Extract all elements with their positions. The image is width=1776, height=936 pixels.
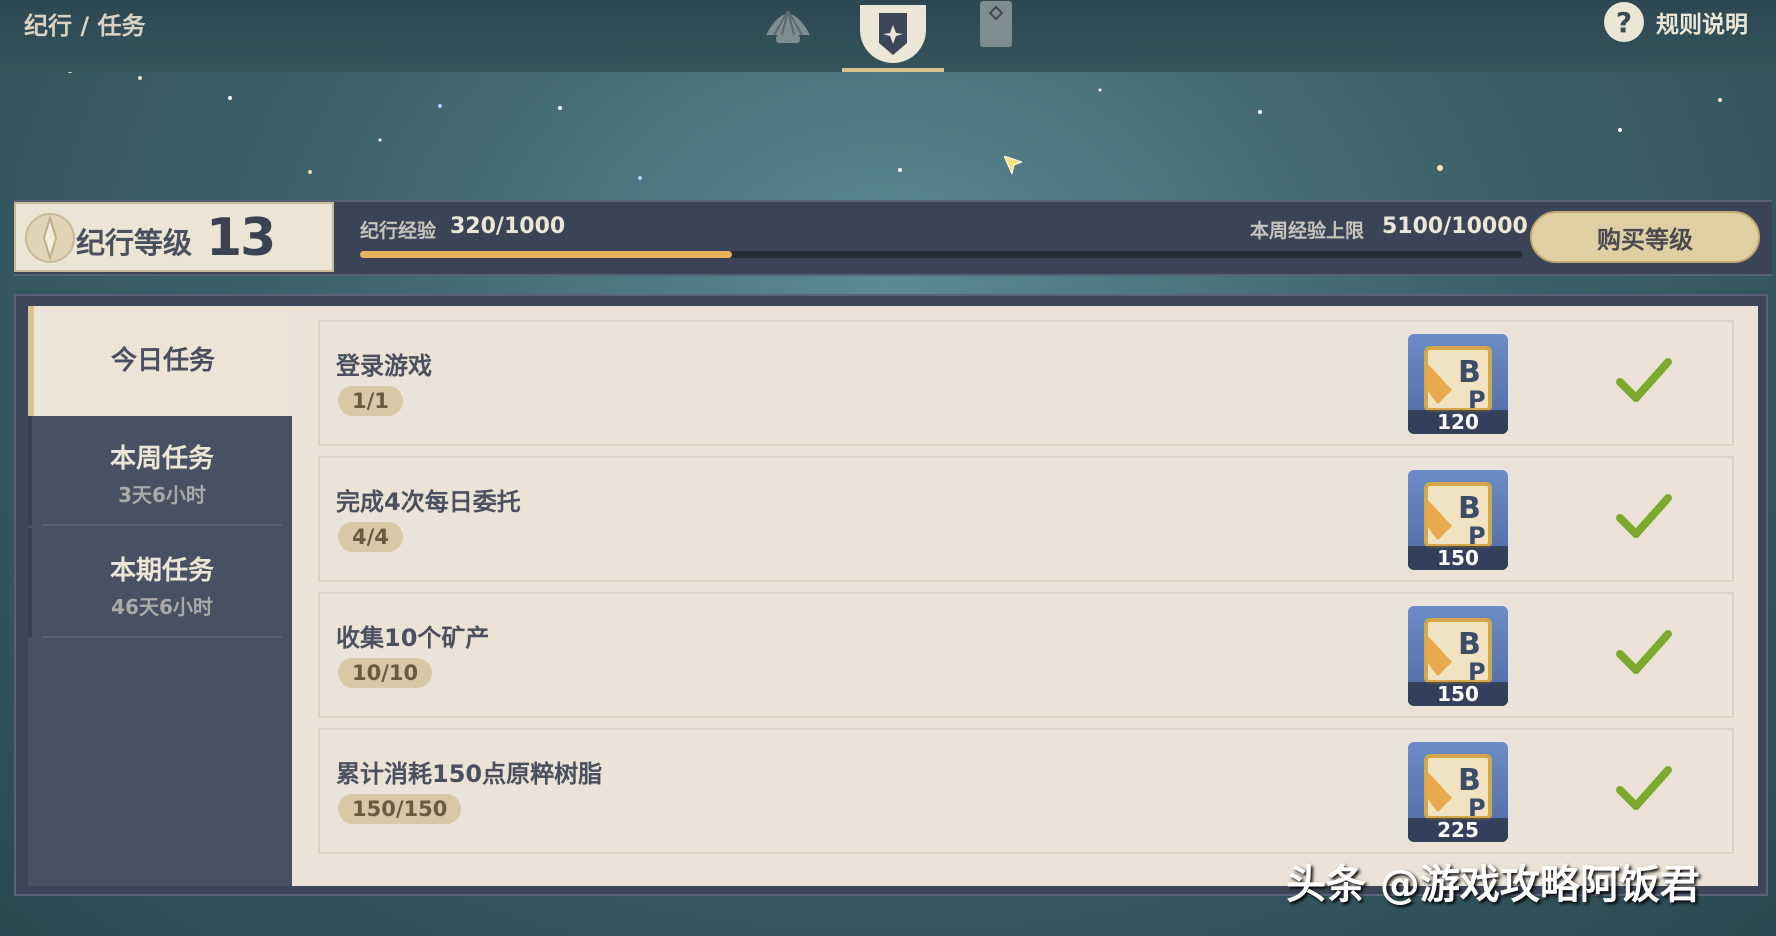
mission-tab-badge (860, 5, 926, 63)
mission-panel: 今日任务 本周任务 3天6小时 本期任务 46天6小时 登录游戏 1/1 B P (14, 294, 1768, 896)
level-bar: 纪行等级 13 纪行经验 320/1000 本周经验上限 5100/10000 … (14, 200, 1772, 276)
rules-label: 规则说明 (1656, 12, 1748, 38)
exp-progress-fill (360, 251, 732, 258)
weekly-cap-value: 5100/10000 (1382, 214, 1528, 239)
top-bar: 纪行 / 任务 ? 规则说明 (0, 0, 1776, 72)
help-icon: ? (1604, 2, 1644, 42)
reward-item[interactable]: B P 150 (1408, 470, 1508, 570)
watermark: 头条 @游戏攻略阿饭君 (1286, 862, 1700, 908)
tab-time-remaining: 3天6小时 (118, 483, 206, 507)
rules-button[interactable]: ? 规则说明 (1604, 2, 1748, 42)
buy-level-button[interactable]: 购买等级 (1530, 211, 1760, 263)
level-label: 纪行等级 (76, 226, 193, 260)
tab-daily-missions[interactable]: 今日任务 (28, 306, 292, 416)
task-progress: 150/150 (338, 794, 462, 824)
svg-text:B: B (1458, 491, 1481, 526)
check-icon (1616, 766, 1672, 810)
reward-item[interactable]: B P 120 (1408, 334, 1508, 434)
task-name: 完成4次每日委托 (336, 488, 521, 516)
breadcrumb: 纪行 / 任务 (24, 12, 146, 40)
sidebar: 今日任务 本周任务 3天6小时 本期任务 46天6小时 (28, 306, 292, 886)
task-list: 登录游戏 1/1 B P 120 完成4次每日委托 4/4 B P 150 收集… (292, 306, 1758, 886)
level-value: 13 (206, 208, 276, 268)
active-tab-underline (842, 68, 944, 72)
exp-progress-track (360, 251, 1522, 258)
divider (42, 636, 282, 638)
tab-time-remaining: 46天6小时 (111, 595, 213, 619)
cursor-icon (1004, 156, 1022, 174)
task-progress: 1/1 (338, 386, 403, 416)
level-emblem-icon (25, 213, 75, 263)
reward-amount: 150 (1408, 682, 1508, 706)
tag-icon (980, 1, 1012, 47)
reward-amount: 120 (1408, 410, 1508, 434)
task-name: 登录游戏 (336, 352, 432, 380)
task-row: 登录游戏 1/1 B P 120 (318, 320, 1734, 446)
task-row: 累计消耗150点原粹树脂 150/150 B P 225 (318, 728, 1734, 854)
task-name: 收集10个矿产 (336, 624, 490, 652)
tab-title: 本期任务 (109, 556, 214, 586)
check-icon (1616, 630, 1672, 674)
reward-amount: 225 (1408, 818, 1508, 842)
reward-item[interactable]: B P 150 (1408, 606, 1508, 706)
task-row: 收集10个矿产 10/10 B P 150 (318, 592, 1734, 718)
shell-icon (766, 10, 810, 43)
check-icon (1616, 494, 1672, 538)
task-row: 完成4次每日委托 4/4 B P 150 (318, 456, 1734, 582)
tab-shell[interactable] (760, 0, 816, 50)
task-progress: 10/10 (338, 658, 433, 688)
divider (42, 524, 282, 526)
svg-text:B: B (1458, 355, 1481, 390)
exp-label: 纪行经验 (360, 220, 437, 242)
tab-weekly-missions[interactable]: 本周任务 3天6小时 (28, 416, 292, 526)
svg-text:B: B (1458, 763, 1481, 798)
check-icon (1616, 358, 1672, 402)
tab-tag[interactable] (976, 0, 1016, 50)
weekly-cap-label: 本周经验上限 (1250, 220, 1365, 242)
reward-item[interactable]: B P 225 (1408, 742, 1508, 842)
mission-banner-icon (879, 13, 907, 55)
tab-title: 今日任务 (110, 346, 215, 376)
reward-amount: 150 (1408, 546, 1508, 570)
svg-text:B: B (1458, 627, 1481, 662)
tab-title: 本周任务 (109, 444, 214, 474)
task-progress: 4/4 (338, 522, 403, 552)
tab-missions[interactable] (842, 0, 944, 72)
exp-value: 320/1000 (450, 214, 566, 239)
task-name: 累计消耗150点原粹树脂 (336, 760, 603, 788)
level-badge: 纪行等级 13 (14, 202, 334, 272)
tab-season-missions[interactable]: 本期任务 46天6小时 (28, 528, 292, 638)
